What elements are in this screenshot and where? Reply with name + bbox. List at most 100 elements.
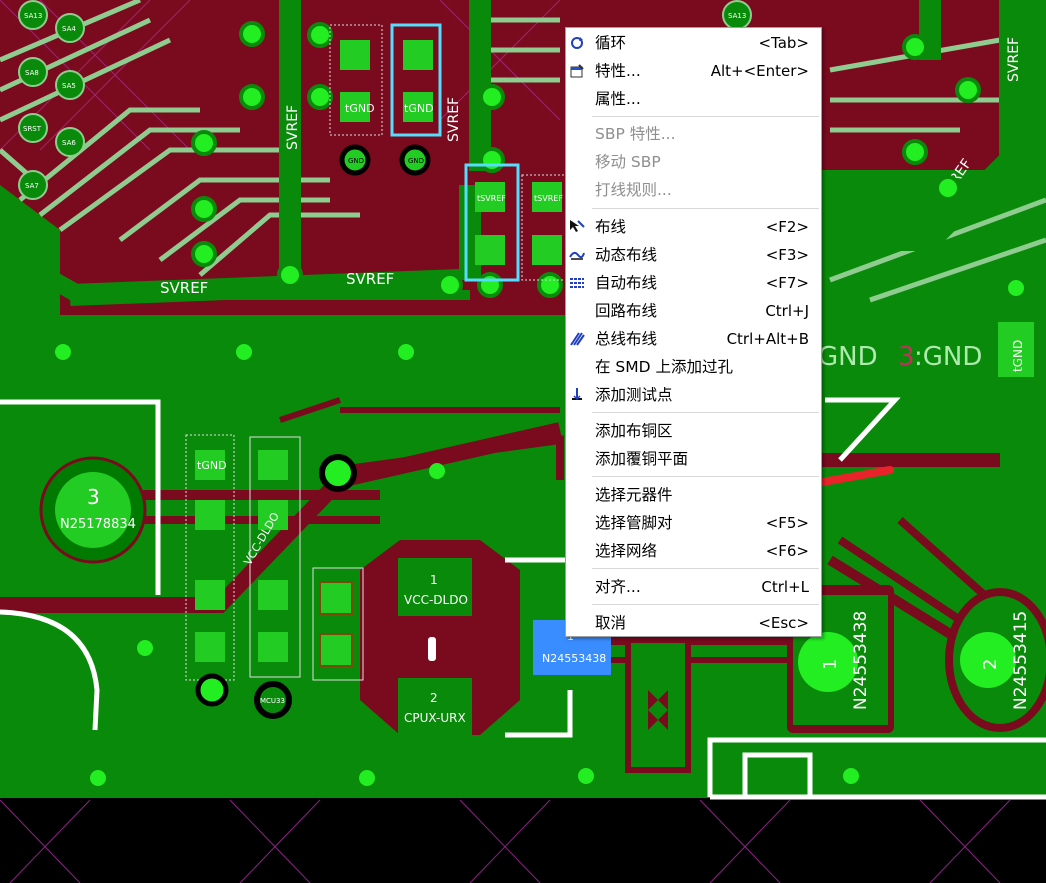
bus-route-icon [570, 332, 585, 346]
svg-text:N24553438: N24553438 [542, 652, 606, 665]
svg-text:N25178834: N25178834 [60, 517, 136, 532]
menu-item-properties[interactable]: 特性... Alt+<Enter> [566, 57, 821, 85]
menu-item-sbp-properties[interactable]: SBP 特性... [566, 120, 821, 148]
menu-item-shortcut: <F5> [765, 514, 809, 532]
u1-pad-1 [398, 558, 472, 616]
menu-item-auto-route[interactable]: 自动布线 <F7> [566, 269, 821, 297]
svg-text:tSVREF: tSVREF [534, 194, 563, 203]
svg-text:2: 2 [980, 659, 1001, 670]
svg-text:CPUX-URX: CPUX-URX [404, 711, 466, 725]
menu-item-bus-route[interactable]: 总线布线 Ctrl+Alt+B [566, 325, 821, 353]
menu-item-cancel[interactable]: 取消 <Esc> [566, 609, 821, 637]
svg-text:VCC-DLDO: VCC-DLDO [404, 593, 468, 607]
svg-text:3: 3 [87, 485, 100, 509]
menu-item-shortcut: Ctrl+Alt+B [726, 330, 809, 348]
net-label-3-gnd: :GND [914, 342, 982, 372]
menu-item-label: 选择管脚对 [595, 514, 673, 532]
menu-item-shortcut: Ctrl+L [761, 578, 809, 596]
menu-item-select-pin-pair[interactable]: 选择管脚对 <F5> [566, 509, 821, 537]
svg-text:SA5: SA5 [62, 82, 76, 90]
menu-item-shortcut: <Esc> [758, 614, 809, 632]
svg-text:SA7: SA7 [25, 182, 39, 190]
menu-item-label: 特性... [595, 62, 641, 80]
route-icon [570, 220, 585, 232]
svref-label-mid: SVREF [346, 270, 394, 288]
menu-item-cycle[interactable]: 循环 <Tab> [566, 29, 821, 57]
menu-item-label: SBP 特性... [595, 125, 676, 143]
menu-separator [592, 208, 819, 209]
menu-item-add-copper-area[interactable]: 添加布铜区 [566, 417, 821, 445]
svg-text:SA8: SA8 [25, 69, 39, 77]
menu-item-label: 取消 [595, 614, 627, 632]
menu-item-label: 总线布线 [595, 330, 658, 348]
menu-item-add-via-on-smd[interactable]: 在 SMD 上添加过孔 [566, 353, 821, 381]
u1-pad-2 [398, 678, 472, 736]
svg-text:2: 2 [430, 691, 438, 705]
svg-text:N24553415: N24553415 [1011, 611, 1031, 710]
menu-item-align[interactable]: 对齐... Ctrl+L [566, 573, 821, 601]
menu-item-select-component[interactable]: 选择元器件 [566, 481, 821, 509]
menu-separator [592, 476, 819, 477]
menu-item-shortcut: <Tab> [758, 34, 809, 52]
auto-route-icon [570, 278, 584, 288]
menu-item-route[interactable]: 布线 <F2> [566, 213, 821, 241]
menu-item-label: 回路布线 [595, 302, 658, 320]
menu-item-label: 在 SMD 上添加过孔 [595, 358, 734, 376]
svg-text:SA4: SA4 [62, 25, 76, 33]
svg-text:tGND: tGND [345, 102, 375, 115]
menu-item-bond-rules[interactable]: 打线规则... [566, 176, 821, 204]
menu-separator [592, 116, 819, 117]
menu-item-label: 添加测试点 [595, 386, 673, 404]
svg-text:SRST: SRST [23, 125, 42, 133]
menu-item-select-net[interactable]: 选择网络 <F6> [566, 537, 821, 565]
svg-text:GND: GND [408, 157, 424, 165]
menu-item-shortcut: <F3> [765, 246, 809, 264]
menu-item-label: 布线 [595, 218, 627, 236]
menu-item-shortcut: Alt+<Enter> [710, 62, 809, 80]
svg-text:SA13: SA13 [728, 12, 746, 20]
menu-item-loop-route[interactable]: 回路布线 Ctrl+J [566, 297, 821, 325]
menu-item-label: 动态布线 [595, 246, 658, 264]
dynamic-route-icon [569, 251, 585, 260]
menu-separator [592, 568, 819, 569]
svg-text:tGND: tGND [404, 102, 434, 115]
menu-item-label: 添加布铜区 [595, 422, 673, 440]
menu-item-label: 属性... [595, 90, 641, 108]
menu-item-label: 移动 SBP [595, 153, 661, 171]
test-point-icon [572, 388, 582, 401]
menu-item-dynamic-route[interactable]: 动态布线 <F3> [566, 241, 821, 269]
svg-text:GND: GND [348, 157, 364, 165]
svg-text:tGND: tGND [197, 459, 227, 472]
menu-item-attributes[interactable]: 属性... [566, 85, 821, 113]
menu-item-add-test-point[interactable]: 添加测试点 [566, 381, 821, 409]
svg-text:N24553438: N24553438 [851, 611, 871, 710]
bowtie-component [625, 637, 691, 773]
svref-label-bottom: SVREF [160, 279, 208, 297]
menu-item-label: 打线规则... [595, 181, 672, 199]
menu-separator [592, 412, 819, 413]
menu-item-shortcut: Ctrl+J [765, 302, 809, 320]
svg-text:1: 1 [820, 659, 841, 670]
svg-text:SA13: SA13 [24, 12, 42, 20]
menu-item-shortcut: <F6> [765, 542, 809, 560]
menu-item-label: 选择元器件 [595, 486, 673, 504]
menu-item-shortcut: <F7> [765, 274, 809, 292]
menu-item-label: 对齐... [595, 578, 641, 596]
menu-item-add-copper-pour[interactable]: 添加覆铜平面 [566, 445, 821, 473]
svg-text:SA6: SA6 [62, 139, 76, 147]
menu-item-label: 选择网络 [595, 542, 658, 560]
pcb-canvas[interactable]: SVREF SVREF SVREF SVREF SVREF SVREF SA13… [0, 0, 1046, 883]
svg-text:tGND: tGND [1011, 340, 1025, 372]
svg-text:tSVREF: tSVREF [477, 194, 506, 203]
svg-text:1: 1 [430, 573, 438, 587]
menu-separator [592, 604, 819, 605]
svref-label-vertical-2: SVREF [446, 97, 462, 142]
menu-item-move-sbp[interactable]: 移动 SBP [566, 148, 821, 176]
menu-item-label: 自动布线 [595, 274, 658, 292]
net-label-gnd-partial: GND [818, 342, 878, 372]
menu-item-shortcut: <F2> [765, 218, 809, 236]
svg-text:MCU33: MCU33 [260, 697, 285, 705]
context-menu: 循环 <Tab> 特性... Alt+<Enter> 属性... SBP 特性.… [565, 27, 822, 637]
svref-label-vertical-3: SVREF [1006, 37, 1022, 82]
menu-item-label: 添加覆铜平面 [595, 450, 689, 468]
